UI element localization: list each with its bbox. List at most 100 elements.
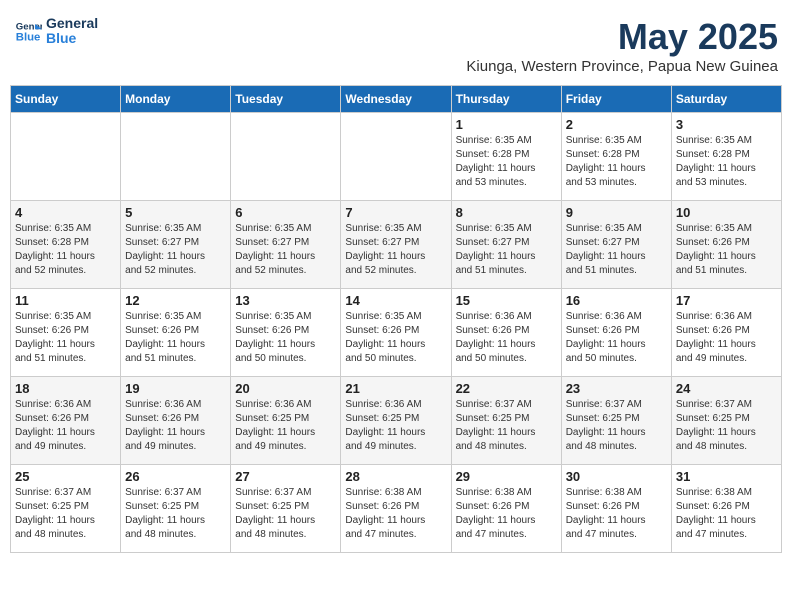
cell-info: Sunrise: 6:35 AM Sunset: 6:28 PM Dayligh…	[566, 134, 667, 190]
col-tuesday: Tuesday	[231, 86, 341, 113]
table-row: 22 Sunrise: 6:37 AM Sunset: 6:25 PM Dayli…	[451, 377, 561, 465]
calendar-week-row: 25 Sunrise: 6:37 AM Sunset: 6:25 PM Dayli…	[11, 465, 782, 553]
cell-info: Sunrise: 6:36 AM Sunset: 6:26 PM Dayligh…	[676, 310, 777, 366]
svg-text:Blue: Blue	[16, 32, 41, 44]
day-number: 9	[566, 205, 667, 220]
table-row: 3Sunrise: 6:35 AM Sunset: 6:28 PM Daylig…	[671, 113, 781, 201]
table-row: 10 Sunrise: 6:35 AM Sunset: 6:26 PM Dayli…	[671, 201, 781, 289]
day-number: 19	[125, 381, 226, 396]
cell-info: Sunrise: 6:35 AM Sunset: 6:26 PM Dayligh…	[345, 310, 446, 366]
day-number: 20	[235, 381, 336, 396]
day-number: 27	[235, 469, 336, 484]
cell-info: Sunrise: 6:37 AM Sunset: 6:25 PM Dayligh…	[456, 398, 557, 454]
cell-info: Sunrise: 6:36 AM Sunset: 6:26 PM Dayligh…	[566, 310, 667, 366]
table-row: 2 Sunrise: 6:35 AM Sunset: 6:28 PM Daylig…	[561, 113, 671, 201]
table-row	[341, 113, 451, 201]
table-row: 30Sunrise: 6:38 AM Sunset: 6:26 PM Dayli…	[561, 465, 671, 553]
logo: General Blue General Blue	[14, 16, 98, 47]
cell-info: Sunrise: 6:36 AM Sunset: 6:25 PM Dayligh…	[235, 398, 336, 454]
cell-info: Sunrise: 6:37 AM Sunset: 6:25 PM Dayligh…	[15, 486, 116, 542]
day-number: 16	[566, 293, 667, 308]
day-number: 30	[566, 469, 667, 484]
day-number: 17	[676, 293, 777, 308]
logo-icon: General Blue	[14, 17, 42, 45]
table-row: 16 Sunrise: 6:36 AM Sunset: 6:26 PM Dayli…	[561, 289, 671, 377]
cell-info: Sunrise: 6:35 AM Sunset: 6:27 PM Dayligh…	[566, 222, 667, 278]
day-number: 13	[235, 293, 336, 308]
day-number: 25	[15, 469, 116, 484]
cell-info: Sunrise: 6:38 AM Sunset: 6:26 PM Dayligh…	[456, 486, 557, 542]
day-number: 4	[15, 205, 116, 220]
day-number: 14	[345, 293, 446, 308]
table-row: 26 Sunrise: 6:37 AM Sunset: 6:25 PM Dayli…	[121, 465, 231, 553]
page-header: General Blue General Blue May 2025 Kiung…	[10, 10, 782, 81]
cell-info: Sunrise: 6:35 AM Sunset: 6:27 PM Dayligh…	[125, 222, 226, 278]
day-number: 3	[676, 117, 777, 132]
table-row: 18Sunrise: 6:36 AM Sunset: 6:26 PM Dayli…	[11, 377, 121, 465]
day-number: 18	[15, 381, 116, 396]
cell-info: Sunrise: 6:35 AM Sunset: 6:28 PM Dayligh…	[15, 222, 116, 278]
day-number: 26	[125, 469, 226, 484]
table-row: 25 Sunrise: 6:37 AM Sunset: 6:25 PM Dayli…	[11, 465, 121, 553]
table-row: 19Sunrise: 6:36 AM Sunset: 6:26 PM Dayli…	[121, 377, 231, 465]
day-number: 10	[676, 205, 777, 220]
calendar-header: Sunday Monday Tuesday Wednesday Thursday…	[11, 86, 782, 113]
cell-info: Sunrise: 6:37 AM Sunset: 6:25 PM Dayligh…	[676, 398, 777, 454]
table-row: 11 Sunrise: 6:35 AM Sunset: 6:26 PM Dayli…	[11, 289, 121, 377]
day-number: 31	[676, 469, 777, 484]
col-saturday: Saturday	[671, 86, 781, 113]
table-row: 29Sunrise: 6:38 AM Sunset: 6:26 PM Dayli…	[451, 465, 561, 553]
cell-info: Sunrise: 6:35 AM Sunset: 6:27 PM Dayligh…	[456, 222, 557, 278]
table-row: 4 Sunrise: 6:35 AM Sunset: 6:28 PM Daylig…	[11, 201, 121, 289]
table-row	[11, 113, 121, 201]
calendar-week-row: 11 Sunrise: 6:35 AM Sunset: 6:26 PM Dayli…	[11, 289, 782, 377]
cell-info: Sunrise: 6:35 AM Sunset: 6:27 PM Dayligh…	[235, 222, 336, 278]
logo-line1: General	[46, 16, 98, 31]
table-row: 8Sunrise: 6:35 AM Sunset: 6:27 PM Daylig…	[451, 201, 561, 289]
day-number: 7	[345, 205, 446, 220]
table-row: 6Sunrise: 6:35 AM Sunset: 6:27 PM Daylig…	[231, 201, 341, 289]
cell-info: Sunrise: 6:36 AM Sunset: 6:26 PM Dayligh…	[456, 310, 557, 366]
table-row: 9 Sunrise: 6:35 AM Sunset: 6:27 PM Daylig…	[561, 201, 671, 289]
day-number: 2	[566, 117, 667, 132]
calendar-body: 1 Sunrise: 6:35 AM Sunset: 6:28 PM Daylig…	[11, 113, 782, 553]
table-row: 20 Sunrise: 6:36 AM Sunset: 6:25 PM Dayli…	[231, 377, 341, 465]
title-section: May 2025 Kiunga, Western Province, Papua…	[466, 16, 778, 75]
day-number: 5	[125, 205, 226, 220]
cell-info: Sunrise: 6:37 AM Sunset: 6:25 PM Dayligh…	[125, 486, 226, 542]
table-row: 21Sunrise: 6:36 AM Sunset: 6:25 PM Dayli…	[341, 377, 451, 465]
cell-info: Sunrise: 6:37 AM Sunset: 6:25 PM Dayligh…	[235, 486, 336, 542]
calendar-week-row: 1 Sunrise: 6:35 AM Sunset: 6:28 PM Daylig…	[11, 113, 782, 201]
table-row: 14 Sunrise: 6:35 AM Sunset: 6:26 PM Dayli…	[341, 289, 451, 377]
cell-info: Sunrise: 6:35 AM Sunset: 6:26 PM Dayligh…	[235, 310, 336, 366]
day-number: 28	[345, 469, 446, 484]
table-row: 24Sunrise: 6:37 AM Sunset: 6:25 PM Dayli…	[671, 377, 781, 465]
table-row	[231, 113, 341, 201]
cell-info: Sunrise: 6:37 AM Sunset: 6:25 PM Dayligh…	[566, 398, 667, 454]
day-number: 15	[456, 293, 557, 308]
table-row: 5 Sunrise: 6:35 AM Sunset: 6:27 PM Daylig…	[121, 201, 231, 289]
cell-info: Sunrise: 6:38 AM Sunset: 6:26 PM Dayligh…	[676, 486, 777, 542]
col-monday: Monday	[121, 86, 231, 113]
table-row: 12Sunrise: 6:35 AM Sunset: 6:26 PM Dayli…	[121, 289, 231, 377]
col-thursday: Thursday	[451, 86, 561, 113]
table-row: 28 Sunrise: 6:38 AM Sunset: 6:26 PM Dayli…	[341, 465, 451, 553]
cell-info: Sunrise: 6:35 AM Sunset: 6:26 PM Dayligh…	[676, 222, 777, 278]
calendar-table: Sunday Monday Tuesday Wednesday Thursday…	[10, 85, 782, 553]
header-row: Sunday Monday Tuesday Wednesday Thursday…	[11, 86, 782, 113]
table-row: 15 Sunrise: 6:36 AM Sunset: 6:26 PM Dayli…	[451, 289, 561, 377]
table-row: 7Sunrise: 6:35 AM Sunset: 6:27 PM Daylig…	[341, 201, 451, 289]
table-row: 23 Sunrise: 6:37 AM Sunset: 6:25 PM Dayli…	[561, 377, 671, 465]
day-number: 1	[456, 117, 557, 132]
table-row: 13 Sunrise: 6:35 AM Sunset: 6:26 PM Dayli…	[231, 289, 341, 377]
logo-text: General Blue	[46, 16, 98, 47]
calendar-week-row: 18Sunrise: 6:36 AM Sunset: 6:26 PM Dayli…	[11, 377, 782, 465]
col-friday: Friday	[561, 86, 671, 113]
day-number: 22	[456, 381, 557, 396]
day-number: 11	[15, 293, 116, 308]
cell-info: Sunrise: 6:38 AM Sunset: 6:26 PM Dayligh…	[345, 486, 446, 542]
day-number: 23	[566, 381, 667, 396]
cell-info: Sunrise: 6:35 AM Sunset: 6:26 PM Dayligh…	[15, 310, 116, 366]
table-row: 31 Sunrise: 6:38 AM Sunset: 6:26 PM Dayli…	[671, 465, 781, 553]
logo-line2: Blue	[46, 31, 98, 46]
